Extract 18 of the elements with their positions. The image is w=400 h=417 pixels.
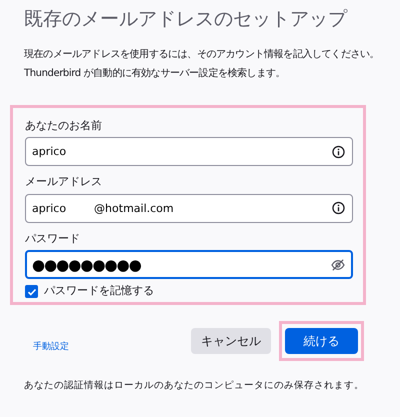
cancel-button[interactable]: キャンセル — [191, 328, 271, 354]
page-title: 既存のメールアドレスのセットアップ — [24, 8, 348, 31]
info-icon[interactable] — [332, 145, 345, 158]
continue-button[interactable]: 続ける — [285, 328, 358, 354]
footer-note: あなたの認証情報はローカルのあなたのコンピュータにのみ保存されます。 — [24, 378, 365, 393]
manual-setup-link[interactable]: 手動設定 — [33, 341, 69, 355]
checkbox[interactable] — [25, 285, 38, 298]
input-field[interactable]: aprico @hotmail.com — [25, 194, 353, 223]
input-field[interactable]: aprico — [25, 137, 353, 166]
checkbox-label: パスワードを記憶する — [44, 283, 154, 300]
input-field[interactable]: ●●●●●●●●● — [25, 250, 353, 280]
field-label: メールアドレス — [25, 174, 103, 190]
field-label: あなたのお名前 — [25, 118, 103, 134]
description-text: Thunderbird が自動的に有効なサーバー設定を検索します。 — [24, 66, 286, 81]
info-icon[interactable] — [332, 202, 345, 215]
field-label: パスワード — [25, 230, 81, 247]
description-text: 現在のメールアドレスを使用するには、そのアカウント情報を記入してください。 — [24, 48, 380, 62]
eye-slash-icon[interactable] — [331, 258, 345, 271]
